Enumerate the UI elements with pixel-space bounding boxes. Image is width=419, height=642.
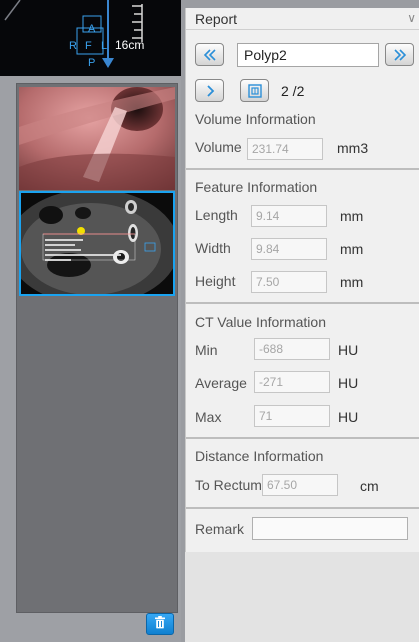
remark-input[interactable] (252, 517, 408, 540)
max-unit: HU (338, 409, 359, 425)
report-header: Report ∨ (186, 8, 419, 30)
max-value: 71 (254, 405, 330, 427)
capture-icon (247, 83, 262, 98)
length-value: 9.14 (251, 205, 327, 227)
snapshot-list[interactable] (16, 83, 178, 613)
polyp-page-counter: 2 /2 (281, 83, 305, 99)
height-unit: mm (340, 274, 364, 290)
to-rectum-value: 67.50 (262, 474, 338, 496)
length-unit: mm (340, 208, 364, 224)
delete-snapshot-button[interactable] (146, 613, 174, 635)
orientation-anterior: A (88, 23, 96, 35)
to-rectum-label: To Rectum (195, 477, 261, 493)
chevron-right-icon (204, 84, 216, 97)
volume-label: Volume (195, 139, 242, 155)
width-label: Width (195, 240, 231, 256)
ct-value-section-title: CT Value Information (195, 314, 326, 330)
height-label: Height (195, 273, 236, 289)
polyp-name-field[interactable]: Polyp2 (237, 43, 379, 67)
navigation-view[interactable]: A R F L P 16cm (0, 0, 181, 76)
min-unit: HU (338, 342, 359, 358)
double-chevron-right-icon (392, 48, 408, 61)
volume-value: 231.74 (247, 138, 323, 160)
length-label: Length (195, 207, 238, 223)
remark-label: Remark (195, 521, 245, 537)
report-title: Report (195, 11, 238, 27)
feature-section-title: Feature Information (195, 179, 318, 195)
report-panel: Report ∨ Polyp2 2 /2 Volume Information … (185, 8, 419, 642)
double-chevron-left-icon (202, 48, 218, 61)
average-value: -271 (254, 371, 330, 393)
min-label: Min (195, 342, 218, 358)
scale-label: 16cm (115, 38, 145, 52)
height-value: 7.50 (251, 271, 327, 293)
average-unit: HU (338, 375, 359, 391)
first-polyp-button[interactable] (195, 43, 224, 66)
orientation-feet: F (85, 40, 92, 52)
average-label: Average (195, 375, 247, 391)
left-column: A R F L P 16cm (0, 0, 181, 642)
section-divider (186, 302, 419, 304)
last-polyp-button[interactable] (385, 43, 414, 66)
distance-section-title: Distance Information (195, 448, 324, 464)
orientation-right: R (69, 40, 77, 52)
snapshot-ct-view[interactable] (19, 191, 175, 296)
orientation-posterior: P (88, 57, 96, 69)
volume-unit: mm3 (337, 140, 369, 156)
snapshot-endoscopic-view[interactable] (19, 87, 175, 190)
to-rectum-unit: cm (360, 478, 379, 494)
section-divider (186, 507, 419, 509)
report-panel-footer (185, 552, 419, 642)
width-unit: mm (340, 241, 364, 257)
ct-slice-image (21, 193, 173, 294)
chevron-down-icon[interactable]: ∨ (407, 8, 416, 28)
section-divider (186, 437, 419, 439)
section-divider (186, 168, 419, 170)
trash-icon (154, 616, 166, 632)
min-value: -688 (254, 338, 330, 360)
volume-section-title: Volume Information (195, 111, 316, 127)
next-polyp-button[interactable] (195, 79, 224, 102)
max-label: Max (195, 409, 222, 425)
capture-button[interactable] (240, 79, 269, 102)
endoscopic-image (19, 87, 175, 190)
orientation-left: L (101, 40, 108, 52)
width-value: 9.84 (251, 238, 327, 260)
